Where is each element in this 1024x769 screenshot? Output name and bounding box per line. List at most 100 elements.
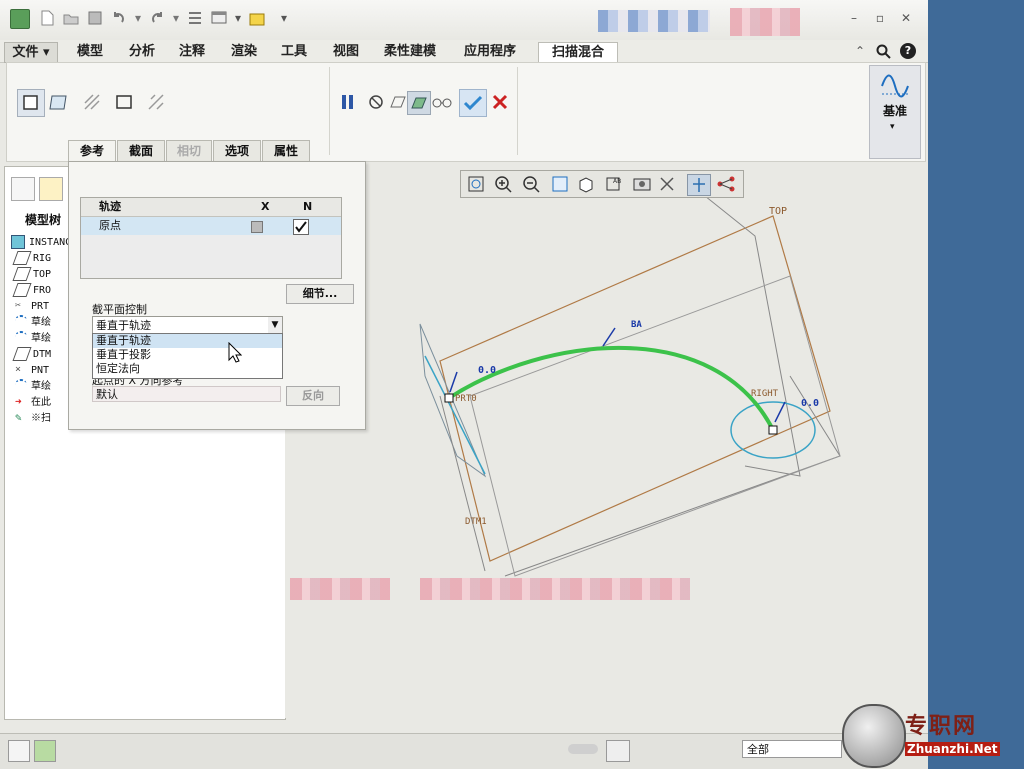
tab-analysis[interactable]: 分析: [120, 42, 164, 61]
tab-swept-blend[interactable]: 扫描混合: [538, 42, 618, 62]
spin-center-icon[interactable]: [715, 174, 737, 194]
navigator-icon[interactable]: [34, 740, 56, 762]
selection-filter[interactable]: 全部: [742, 740, 842, 758]
tree-item[interactable]: 草绘: [15, 331, 51, 347]
solid-icon[interactable]: [17, 89, 45, 117]
folder-browser-tab-icon[interactable]: [39, 177, 63, 201]
tree-item[interactable]: FRO: [12, 283, 51, 299]
graphics-viewport[interactable]: TOP PRT0 RIGHT DTM1 0.0 0.0 BA: [285, 166, 928, 718]
tab-references[interactable]: 参考: [68, 140, 116, 162]
x-checkbox[interactable]: [251, 221, 263, 233]
dim-end[interactable]: 0.0: [801, 398, 819, 409]
glasses-icon[interactable]: [431, 91, 453, 113]
label-dtm: DTM1: [465, 517, 487, 527]
model-tree-tab-icon[interactable]: [11, 177, 35, 201]
close-icon[interactable]: ✕: [898, 10, 914, 26]
trajectory-end-point[interactable]: [768, 425, 778, 435]
cancel-icon[interactable]: [489, 91, 511, 113]
remove-material-icon[interactable]: [81, 91, 103, 113]
save-icon[interactable]: [86, 9, 104, 27]
trajectory-table[interactable]: 轨迹 X N 原点: [80, 197, 342, 279]
chevron-down-icon[interactable]: ▼: [268, 317, 282, 334]
undo-icon[interactable]: [110, 9, 128, 27]
dimension-icon[interactable]: [145, 91, 167, 113]
new-file-icon[interactable]: [38, 9, 56, 27]
maximize-icon[interactable]: ▫: [872, 10, 888, 26]
redo-icon[interactable]: [148, 9, 166, 27]
tab-file[interactable]: 文件 ▾: [4, 42, 58, 63]
tab-options[interactable]: 选项: [213, 140, 261, 162]
datum-display-icon[interactable]: [657, 174, 679, 194]
undo-dropdown-icon[interactable]: ▾: [130, 10, 146, 26]
tree-item[interactable]: TOP: [12, 267, 51, 283]
tab-sections[interactable]: 截面: [117, 140, 165, 162]
details-button[interactable]: 细节...: [286, 284, 354, 304]
no-preview-icon[interactable]: [365, 91, 387, 113]
view-toolbar: AB: [460, 170, 744, 198]
display-style-icon[interactable]: [575, 174, 597, 194]
thicken-icon[interactable]: [113, 91, 135, 113]
blurred-title-2: [730, 8, 800, 36]
regenerate-icon[interactable]: [186, 9, 204, 27]
help-icon[interactable]: ?: [900, 43, 916, 59]
tree-item[interactable]: 草绘: [15, 379, 51, 395]
tree-item[interactable]: INSTANC: [11, 235, 71, 251]
tab-flexible-modeling[interactable]: 柔性建模: [374, 42, 446, 61]
tree-item[interactable]: ✎ ※扫: [15, 411, 51, 427]
zoom-out-icon[interactable]: [521, 174, 543, 194]
tree-item[interactable]: 草绘: [15, 315, 51, 331]
pause-icon[interactable]: [337, 91, 359, 113]
trajectory-curve[interactable]: [447, 345, 775, 431]
surface-icon[interactable]: [47, 91, 69, 113]
customize-toolbar-icon[interactable]: ▾: [276, 10, 292, 26]
x-reference-field[interactable]: 默认: [92, 386, 281, 402]
zoom-in-icon[interactable]: [493, 174, 515, 194]
window-dropdown-icon[interactable]: ▾: [230, 10, 246, 26]
dim-mid[interactable]: BA: [631, 320, 642, 330]
saved-views-icon[interactable]: AB: [603, 174, 625, 194]
trajectory-start-point[interactable]: [444, 393, 454, 403]
tab-tools[interactable]: 工具: [272, 42, 316, 61]
tab-annotate[interactable]: 注释: [170, 42, 214, 61]
tab-properties[interactable]: 属性: [262, 140, 310, 162]
n-checkbox-checked-icon[interactable]: [293, 219, 309, 235]
collapse-ribbon-icon[interactable]: ⌃: [852, 43, 868, 59]
repaint-icon[interactable]: [549, 174, 571, 194]
table-row[interactable]: 原点: [81, 217, 341, 235]
verify-mode-icon[interactable]: [407, 91, 431, 115]
find-icon[interactable]: [606, 740, 630, 762]
close-window-icon[interactable]: [248, 9, 266, 27]
annotation-display-icon[interactable]: [687, 174, 711, 196]
app-logo-icon[interactable]: [10, 9, 30, 29]
dim-start[interactable]: 0.0: [478, 365, 496, 376]
window-icon[interactable]: [210, 9, 228, 27]
option-normal-to-trajectory[interactable]: 垂直于轨迹: [93, 334, 282, 348]
tree-item[interactable]: RIG: [12, 251, 51, 267]
option-constant-normal[interactable]: 恒定法向: [93, 362, 282, 376]
tree-item[interactable]: × PNT: [15, 363, 49, 379]
tab-tangency[interactable]: 相切: [166, 140, 212, 162]
ribbon-tab-bar: 文件 ▾ 模型 分析 注释 渲染 工具 视图 柔性建模 应用程序 扫描混合 ⌃ …: [0, 40, 928, 63]
tree-item[interactable]: DTM: [12, 347, 51, 363]
datum-group[interactable]: 基准 ▾: [869, 65, 921, 159]
show-tree-icon[interactable]: [8, 740, 30, 762]
datum-label: 基准: [882, 104, 907, 118]
open-folder-icon[interactable]: [62, 9, 80, 27]
datum-curve-icon: [881, 74, 909, 98]
flip-button[interactable]: 反向: [286, 386, 340, 406]
minimize-icon[interactable]: –: [846, 10, 862, 26]
geometry-preview-icon[interactable]: [387, 91, 409, 113]
refit-icon[interactable]: [465, 174, 487, 194]
confirm-icon[interactable]: [459, 89, 487, 117]
tab-applications[interactable]: 应用程序: [454, 42, 526, 61]
search-icon[interactable]: [876, 44, 891, 59]
tree-item[interactable]: ✂ PRT: [15, 299, 49, 315]
tab-render[interactable]: 渲染: [222, 42, 266, 61]
tab-model[interactable]: 模型: [68, 42, 112, 61]
option-normal-to-projection[interactable]: 垂直于投影: [93, 348, 282, 362]
tree-item[interactable]: ➜ 在此: [15, 395, 51, 411]
redo-dropdown-icon[interactable]: ▾: [168, 10, 184, 26]
view-manager-icon[interactable]: [631, 174, 653, 194]
tab-view[interactable]: 视图: [324, 42, 368, 61]
datum-dropdown-icon[interactable]: ▾: [890, 122, 895, 132]
